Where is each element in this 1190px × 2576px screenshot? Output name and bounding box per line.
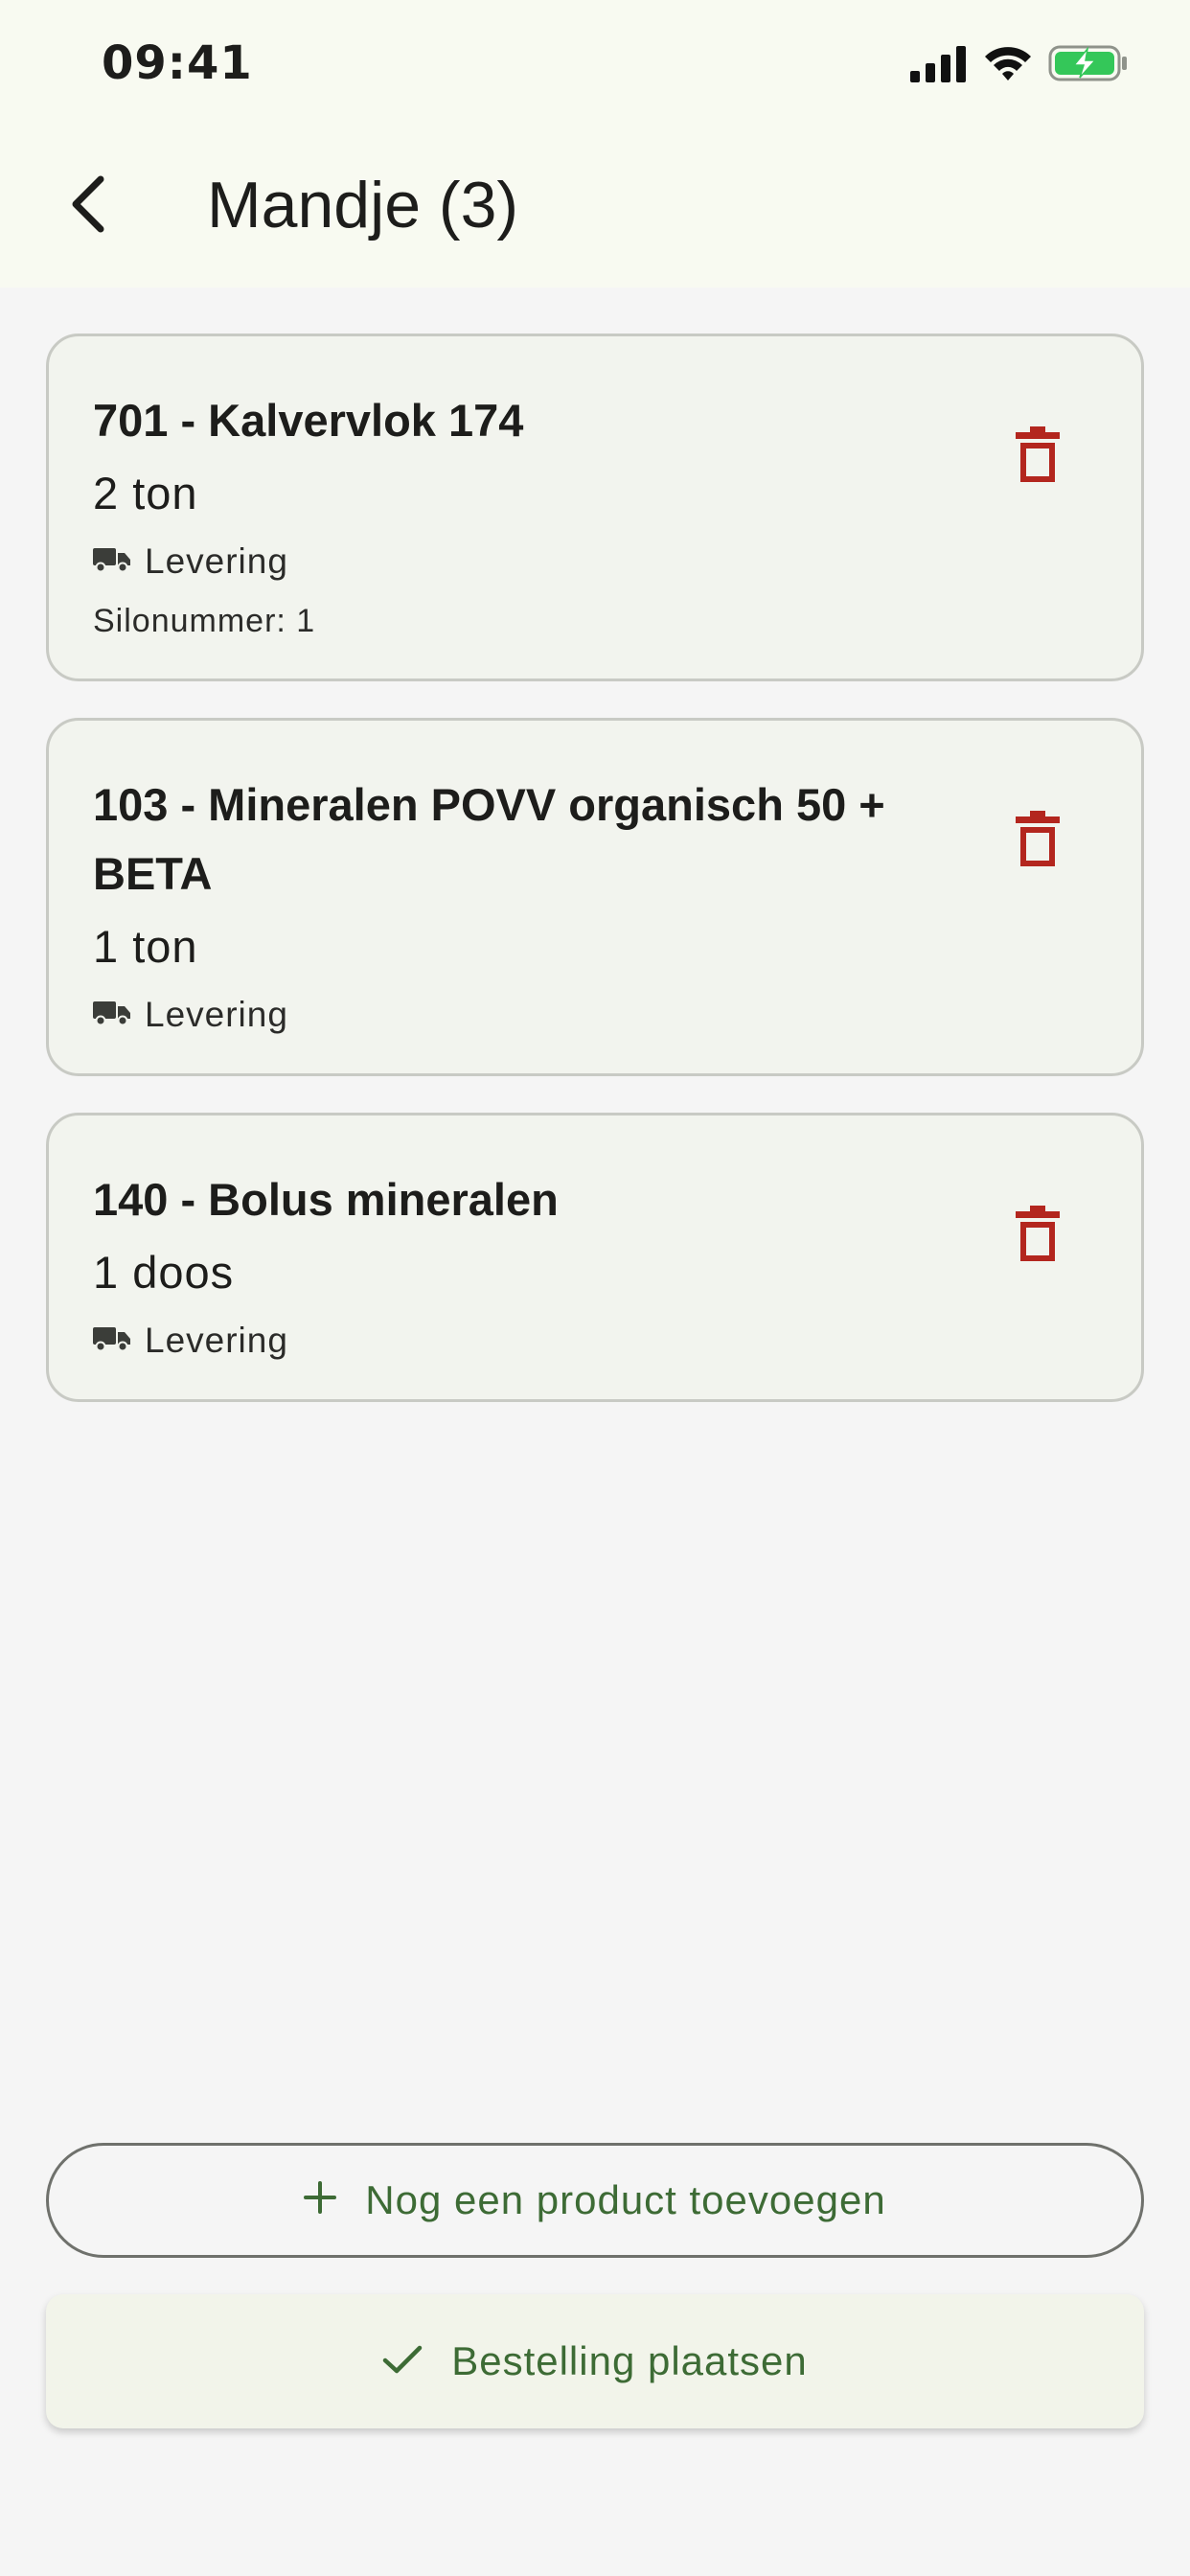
page-title: Mandje (3) xyxy=(207,169,519,242)
check-icon xyxy=(382,2338,423,2384)
app-bar: Mandje (3) xyxy=(0,125,1190,288)
cellular-signal-icon xyxy=(910,44,968,87)
item-name: 140 - Bolus mineralen xyxy=(93,1174,559,1225)
delivery-label: Levering xyxy=(145,1321,288,1360)
trash-icon xyxy=(1016,426,1060,487)
cart-item: 103 - Mineralen POVV organisch 50 + BETA… xyxy=(46,718,1144,1076)
arrow-back-icon xyxy=(66,173,108,240)
silo-number: Silonummer: 1 xyxy=(93,603,316,639)
place-order-button[interactable]: Bestelling plaatsen xyxy=(46,2294,1144,2428)
delete-item-button[interactable] xyxy=(999,1192,1076,1278)
status-icons xyxy=(910,42,1129,88)
trash-icon xyxy=(1016,810,1060,871)
item-delivery: Levering xyxy=(93,541,959,582)
cart-list: 701 - Kalvervlok 174 2 ton Levering Silo… xyxy=(46,334,1144,1438)
truck-icon xyxy=(93,541,131,582)
delete-item-button[interactable] xyxy=(999,797,1076,884)
item-name: 701 - Kalvervlok 174 xyxy=(93,395,524,446)
item-delivery: Levering xyxy=(93,995,959,1035)
place-order-label: Bestelling plaatsen xyxy=(451,2338,808,2383)
wifi-icon xyxy=(983,44,1033,87)
plus-icon xyxy=(304,2177,337,2223)
status-bar: 09:41 xyxy=(0,0,1190,125)
delete-item-button[interactable] xyxy=(999,413,1076,499)
battery-charging-icon xyxy=(1048,44,1129,87)
cart-item: 701 - Kalvervlok 174 2 ton Levering Silo… xyxy=(46,334,1144,681)
item-delivery: Levering xyxy=(93,1321,959,1361)
item-quantity: 1 doos xyxy=(93,1247,235,1298)
truck-icon xyxy=(93,1321,131,1361)
item-name: 103 - Mineralen POVV organisch 50 + BETA xyxy=(93,779,885,899)
delivery-label: Levering xyxy=(145,541,288,581)
back-button[interactable] xyxy=(44,163,130,249)
add-product-label: Nog een product toevoegen xyxy=(365,2177,886,2222)
status-time: 09:41 xyxy=(102,36,253,90)
add-product-button[interactable]: Nog een product toevoegen xyxy=(46,2143,1144,2258)
truck-icon xyxy=(93,995,131,1035)
item-quantity: 2 ton xyxy=(93,468,198,518)
cart-item: 140 - Bolus mineralen 1 doos Levering xyxy=(46,1113,1144,1402)
trash-icon xyxy=(1016,1205,1060,1266)
delivery-label: Levering xyxy=(145,995,288,1034)
item-quantity: 1 ton xyxy=(93,921,198,972)
